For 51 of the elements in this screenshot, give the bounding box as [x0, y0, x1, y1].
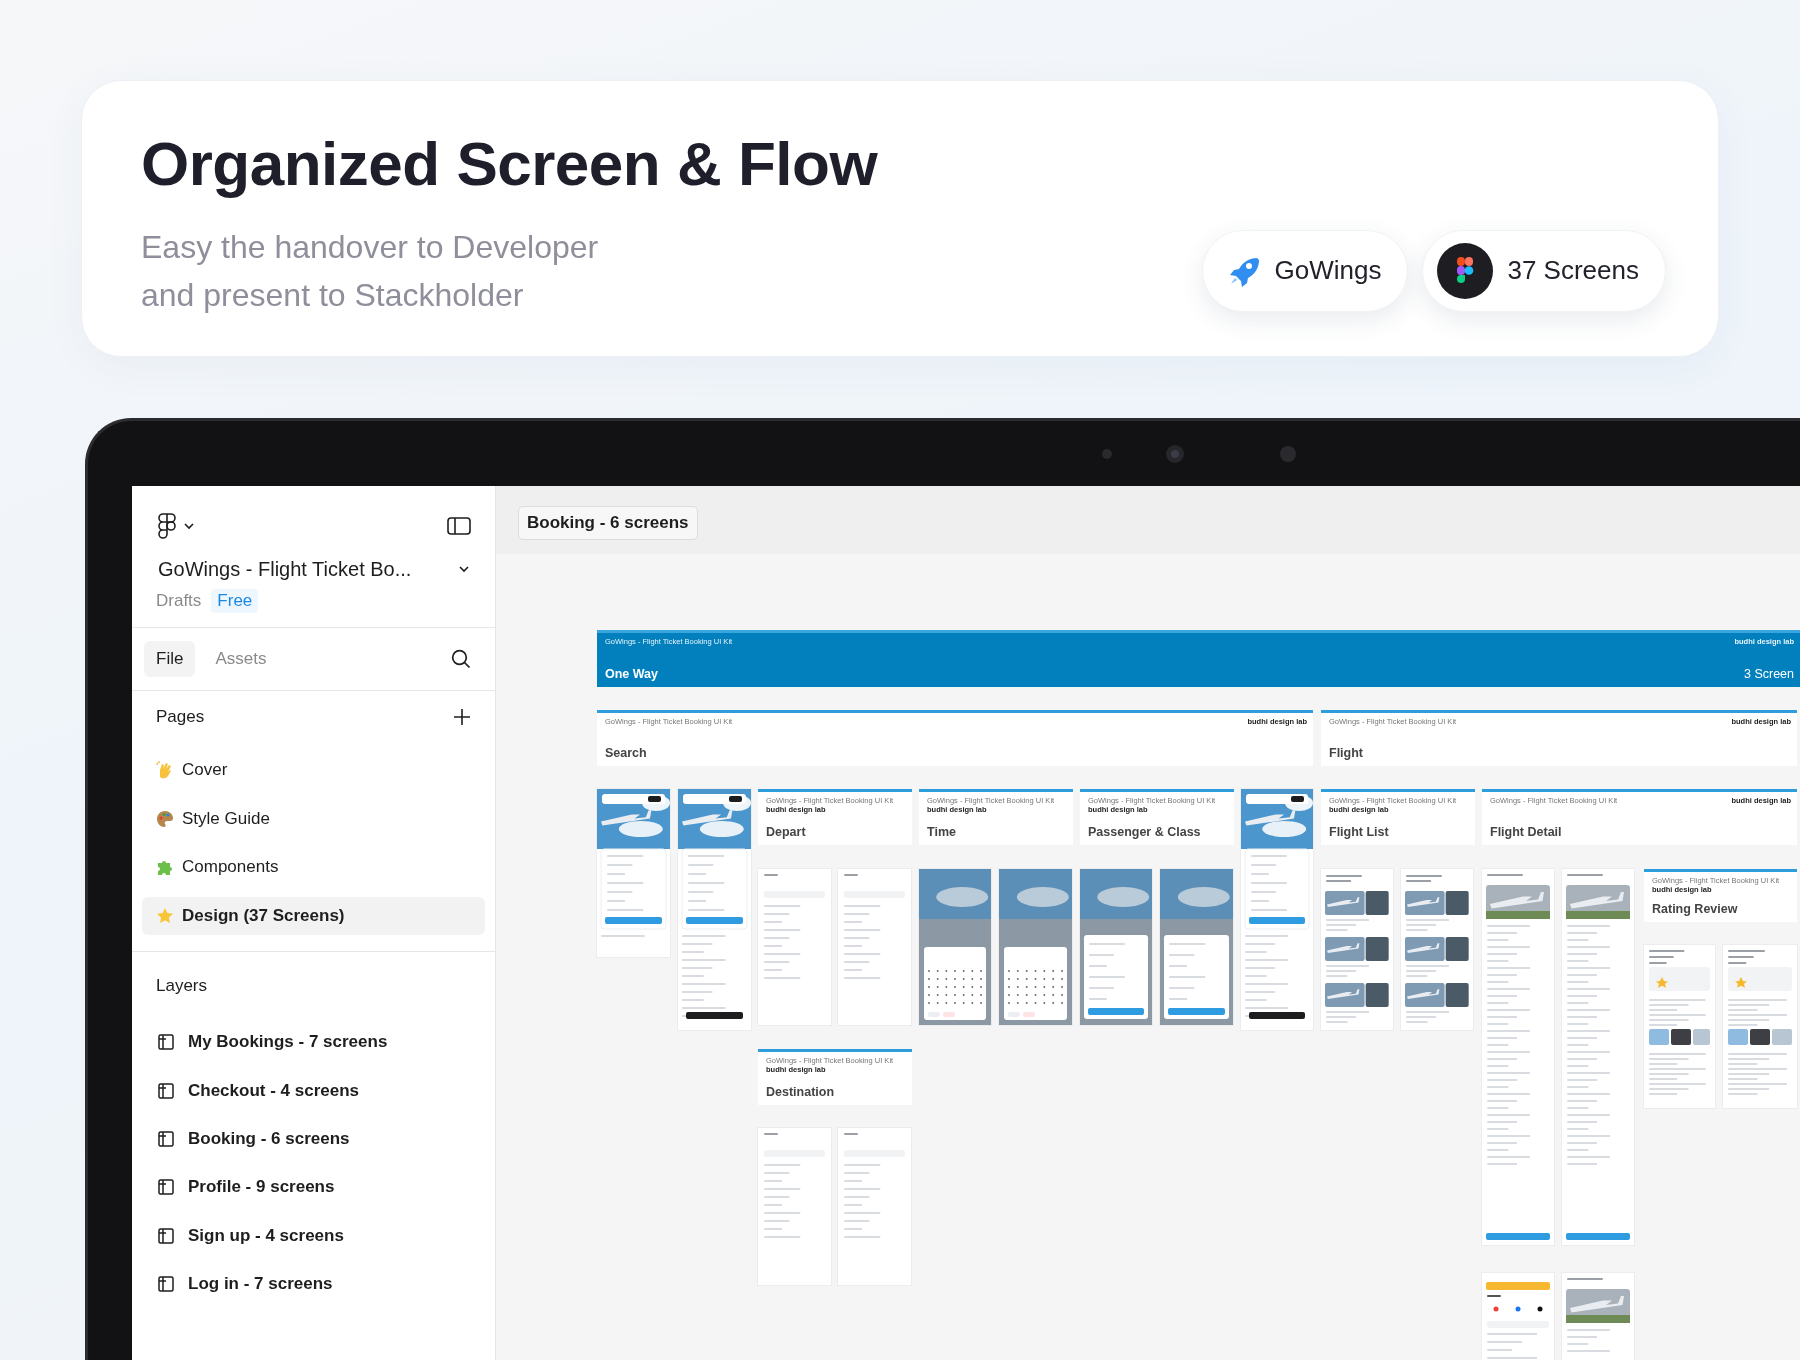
section-title: Flight List [1329, 825, 1389, 839]
file-title: GoWings - Flight Ticket Bo... [158, 558, 412, 581]
layer-item[interactable]: My Bookings - 7 screens [132, 1018, 495, 1067]
section-heading: Pages [156, 707, 205, 727]
file-location: Drafts [156, 591, 202, 611]
section-title: Rating Review [1652, 902, 1738, 916]
star-icon [156, 906, 174, 925]
page-item[interactable]: Components [142, 848, 485, 886]
layer-item[interactable]: Profile - 9 screens [132, 1163, 495, 1212]
frame-icon [158, 1276, 174, 1293]
section-title: Flight [1329, 746, 1363, 760]
section-title: Time [927, 825, 956, 839]
frame-icon [158, 1227, 174, 1244]
search-icon[interactable] [451, 649, 471, 669]
section-title: One Way [605, 667, 659, 681]
screen-count: 3 Screen [1743, 667, 1794, 681]
section-label[interactable]: Booking - 6 screens [518, 506, 698, 540]
frame-icon [158, 1179, 174, 1196]
layer-item[interactable]: Log in - 7 screens [132, 1259, 495, 1309]
subtitle-line: Easy the handover to Developer [141, 227, 599, 267]
section-title: Destination [766, 1085, 835, 1099]
badge-label: GoWings [1274, 255, 1382, 286]
layer-item[interactable]: Sign up - 4 screens [132, 1211, 495, 1260]
panel-tab[interactable]: File [144, 641, 196, 677]
page-item[interactable]: Cover [142, 751, 485, 789]
frame-icon [158, 1130, 174, 1147]
section-title: Flight Detail [1490, 825, 1562, 839]
section-heading: Layers [156, 976, 208, 996]
chevron-down-icon[interactable] [184, 522, 194, 530]
section-title: Search [605, 746, 647, 760]
app-logo-icon [1437, 242, 1494, 299]
frame-icon [158, 1082, 174, 1099]
panel-toggle-icon[interactable] [447, 517, 471, 535]
puzzle-piece-icon [156, 858, 174, 876]
palette-icon [156, 809, 174, 828]
layer-item[interactable]: Checkout - 4 screens [132, 1066, 495, 1115]
section-title: Passenger & Class [1088, 825, 1201, 839]
plan-badge: Free [211, 589, 259, 613]
page-item[interactable]: Style Guide [142, 799, 485, 838]
page-item[interactable]: Design (37 Screens) [142, 896, 485, 935]
logo-icon[interactable] [158, 513, 176, 539]
waving-hand-icon [156, 761, 174, 779]
frame-icon [158, 1034, 174, 1051]
chevron-down-icon[interactable] [459, 566, 469, 573]
plus-icon[interactable] [453, 708, 471, 726]
panel-tab[interactable]: Assets [203, 641, 279, 677]
subtitle-line: and present to Stackholder [141, 275, 525, 315]
headline: Organized Screen & Flow [141, 128, 878, 200]
layer-item[interactable]: Booking - 6 screens [132, 1114, 495, 1164]
section-title: Depart [766, 825, 806, 839]
badge-label: 37 Screens [1507, 255, 1639, 286]
